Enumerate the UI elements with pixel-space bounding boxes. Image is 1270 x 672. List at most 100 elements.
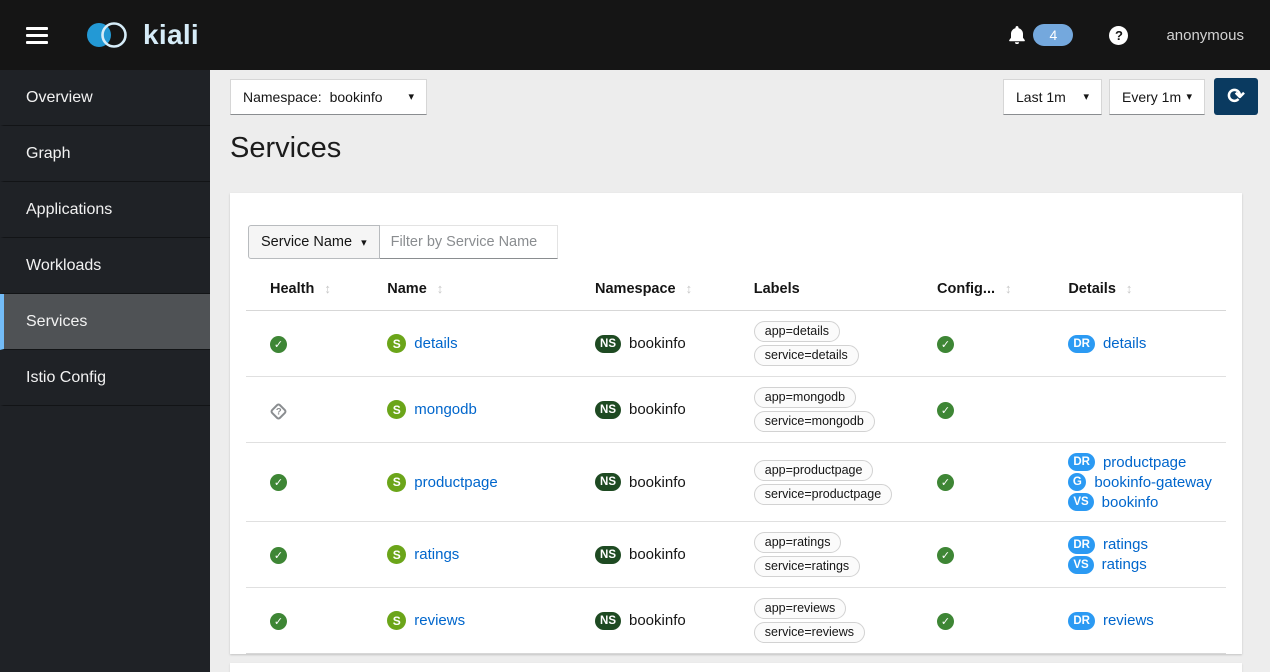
health-cell: ? [246,376,380,443]
service-link[interactable]: reviews [414,612,465,629]
detail-link[interactable]: bookinfo [1102,494,1159,511]
sidebar-item-istio-config[interactable]: Istio Config [0,350,210,406]
notification-badge[interactable]: 4 [1033,24,1074,46]
sidebar-item-label: Applications [26,200,113,218]
sidebar-item-services[interactable]: Services [0,294,210,350]
refresh-interval-value: Every 1m [1122,88,1182,105]
kiali-logo[interactable]: kiali [86,19,199,51]
sidebar-item-workloads[interactable]: Workloads [0,238,210,294]
service-link[interactable]: productpage [414,474,497,491]
table-row-details: ✓ Sdetails NS bookinfo app=details service=de… [246,311,1226,377]
next-card-edge [230,663,1242,672]
refresh-icon: ⟳ [1227,85,1245,108]
sort-icon[interactable]: ↕ [686,281,693,296]
sidebar-item-graph[interactable]: Graph [0,126,210,182]
namespace-select[interactable]: Namespace: bookinfo ▾ [230,78,427,115]
page-toolbar: Namespace: bookinfo ▾ Last 1m ▾ Every 1m… [230,78,1258,115]
label-chip: service=mongodb [753,411,875,432]
namespace-name: bookinfo [629,335,686,352]
config-valid-icon: ✓ [937,612,955,630]
duration-select[interactable]: Last 1m ▾ [1003,78,1102,115]
virtual-service-badge: VS [1068,555,1094,574]
help-icon[interactable]: ? [1109,25,1129,45]
service-link[interactable]: ratings [414,546,459,563]
sidebar-item-label: Workloads [26,256,102,274]
refresh-interval-select[interactable]: Every 1m ▾ [1109,78,1205,115]
service-badge: S [387,611,407,630]
column-header-health[interactable]: Health ↕ [246,263,380,311]
namespace-name: bookinfo [629,401,686,418]
name-cell: Sproductpage [379,442,588,522]
label-chip: service=reviews [753,622,866,643]
health-healthy-icon: ✓ [270,474,287,491]
table-row-mongodb: ? Smongodb NS bookinfo app=mongodb service=mo… [246,376,1226,443]
details-cell: DR productpage Gbookinfo-gateway VS bookinfo [1060,442,1226,522]
config-cell: ✓ [929,587,1061,654]
filter-input[interactable] [379,225,558,259]
column-header-name[interactable]: Name ↕ [379,263,588,311]
service-badge: S [387,334,407,353]
column-label: Config... [937,281,996,297]
column-label: Details [1068,281,1116,297]
destination-rule-badge: DR [1068,453,1095,471]
labels-cell: app=mongodb service=mongodb [745,376,930,443]
service-link[interactable]: details [414,335,457,352]
health-cell: ✓ [246,311,379,377]
config-valid-icon: ✓ [937,474,955,491]
detail-item: VS ratings [1068,555,1218,574]
services-card: Service Name ▾ Health ↕ Name ↕ Namespace ↕ Lab… [230,193,1242,654]
sort-icon[interactable]: ↕ [1005,281,1012,296]
detail-item: DR details [1068,334,1218,353]
label-chip: service=productpage [753,483,893,505]
config-cell: ✓ [929,521,1061,588]
sidebar-item-applications[interactable]: Applications [0,182,210,238]
sort-icon[interactable]: ↕ [324,281,331,296]
namespace-name: bookinfo [629,473,686,491]
detail-link[interactable]: reviews [1103,612,1154,629]
namespace-badge: NS [595,611,621,630]
duration-value: Last 1m [1016,88,1066,105]
detail-link[interactable]: bookinfo-gateway [1094,474,1212,491]
detail-link[interactable]: productpage [1103,454,1186,471]
config-cell: ✓ [929,311,1060,377]
service-link[interactable]: mongodb [414,401,477,418]
username[interactable]: anonymous [1166,27,1244,44]
name-cell: Smongodb [379,376,588,443]
health-healthy-icon: ✓ [270,612,287,630]
detail-link[interactable]: ratings [1102,556,1147,573]
label-chip: app=details [753,321,841,342]
label-chip: app=reviews [753,598,847,619]
column-header-details[interactable]: Details ↕ [1060,263,1226,311]
main-content: Namespace: bookinfo ▾ Last 1m ▾ Every 1m… [210,70,1270,672]
menu-toggle-icon[interactable] [26,26,48,44]
column-label: Namespace [595,281,676,297]
detail-item: VS bookinfo [1068,493,1218,511]
column-header-config-[interactable]: Config... ↕ [929,263,1061,311]
detail-link[interactable]: ratings [1103,536,1148,553]
services-table: Health ↕ Name ↕ Namespace ↕ Labels Config... ↕ De… [246,263,1226,654]
health-cell: ✓ [246,587,380,654]
destination-rule-badge: DR [1068,535,1095,554]
page-title: Services [230,132,342,164]
sidebar-nav: Overview Graph Applications Workloads Servic… [0,70,210,672]
sort-icon[interactable]: ↕ [1126,281,1133,296]
sort-icon[interactable]: ↕ [437,281,444,296]
details-cell: DR details [1060,311,1226,377]
namespace-cell: NS bookinfo [587,376,746,443]
filter-bar: Service Name ▾ [248,225,1224,259]
details-cell: DR ratings VS ratings [1060,521,1226,588]
table-header-row: Health ↕ Name ↕ Namespace ↕ Labels Config... ↕ De… [246,263,1226,311]
detail-link[interactable]: details [1103,335,1146,352]
config-valid-icon: ✓ [937,546,955,564]
column-header-labels: Labels [745,263,930,311]
destination-rule-badge: DR [1068,611,1095,630]
refresh-button[interactable]: ⟳ [1214,78,1258,115]
filter-type-select[interactable]: Service Name ▾ [248,225,380,259]
column-header-namespace[interactable]: Namespace ↕ [587,263,746,311]
service-badge: S [387,545,407,564]
namespace-value: bookinfo [329,88,383,105]
sidebar-item-overview[interactable]: Overview [0,70,210,126]
notifications-button[interactable]: 4 [1009,24,1074,46]
health-unknown-icon: ? [269,402,288,421]
kiali-logo-icon [87,22,127,48]
